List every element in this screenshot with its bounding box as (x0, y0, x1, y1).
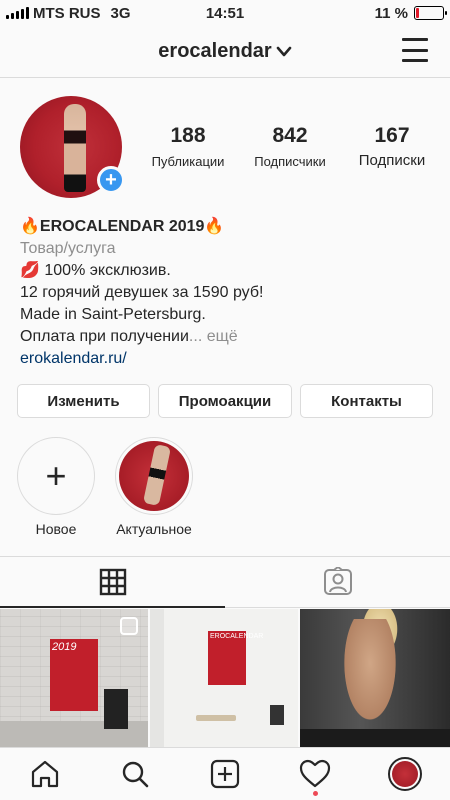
post-thumbnail[interactable]: 2019 (0, 609, 148, 747)
battery-percent: 11 % (374, 4, 408, 22)
highlight-thumbnail (119, 441, 189, 511)
signal-strength-icon (6, 7, 29, 19)
highlight-label: Актуальное (116, 521, 192, 537)
plus-icon: + (45, 455, 67, 496)
post-thumbnail[interactable] (300, 609, 450, 747)
edit-profile-button[interactable]: Изменить (17, 384, 150, 418)
home-icon (31, 760, 59, 788)
bio-category: Товар/услуга (20, 240, 116, 257)
post-thumbnail[interactable]: EROCALENDAR (150, 609, 298, 747)
tab-tagged[interactable] (225, 557, 450, 608)
account-switcher[interactable]: erocalendar (158, 40, 291, 63)
profile-action-buttons: Изменить Промоакции Контакты (17, 384, 433, 418)
following-count[interactable]: 167 Подписки (344, 124, 440, 169)
posts-count[interactable]: 188 Публикации (140, 124, 236, 169)
add-post-icon (210, 759, 240, 789)
nav-profile[interactable] (375, 749, 435, 799)
poster-year: 2019 (52, 641, 77, 653)
profile-header: erocalendar (0, 26, 450, 78)
add-story-icon[interactable]: + (97, 166, 125, 194)
highlight-new-circle[interactable]: + (17, 437, 95, 515)
multiple-post-icon (120, 617, 138, 635)
profile-avatar-container[interactable]: + (20, 96, 125, 198)
followers-count-value: 842 (272, 124, 308, 147)
bio-line: 12 горячий девушек за 1590 руб! (20, 284, 264, 301)
highlight-label: Новое (35, 521, 77, 537)
posts-count-value: 188 (170, 124, 206, 147)
nav-home[interactable] (15, 749, 75, 799)
poster-title: EROCALENDAR (210, 633, 264, 640)
contacts-button[interactable]: Контакты (300, 384, 433, 418)
bio-line: 💋 100% эксклюзив. (20, 262, 171, 279)
bio-line: Оплата при получении (20, 328, 189, 345)
highlight-new[interactable]: + Новое (6, 437, 106, 537)
story-highlights: + Новое Актуальное (0, 437, 450, 547)
highlight-actual[interactable]: Актуальное (104, 437, 204, 537)
highlight-actual-circle[interactable] (115, 437, 193, 515)
bio-more-link[interactable]: ... ещё (189, 328, 238, 345)
promotions-button[interactable]: Промоакции (158, 384, 292, 418)
followers-count-label: Подписчики (254, 154, 326, 169)
battery-level-fill (416, 8, 419, 18)
plant-image (270, 705, 284, 725)
carrier-name: MTS RUS (33, 4, 101, 22)
profile-tabs (0, 556, 450, 608)
search-icon (122, 761, 149, 788)
following-count-label: Подписки (358, 152, 426, 169)
hamburger-menu-icon[interactable] (402, 38, 428, 62)
battery-icon (414, 6, 447, 20)
tagged-person-icon (323, 567, 352, 595)
bottom-navigation (0, 747, 450, 800)
nav-activity[interactable] (285, 749, 345, 799)
nav-add-post[interactable] (195, 749, 255, 799)
notification-dot (313, 791, 318, 796)
posts-grid: 2019 EROCALENDAR (0, 609, 450, 747)
bio-website-link[interactable]: erokalendar.ru/ (20, 348, 440, 370)
network-type: 3G (110, 4, 131, 22)
model-photo (340, 619, 400, 729)
profile-avatar-icon (388, 757, 422, 791)
tab-grid[interactable] (0, 557, 225, 608)
username-title: erocalendar (158, 40, 272, 62)
status-bar: MTS RUS 3G 14:51 11 % (0, 0, 450, 26)
bio-name: 🔥EROCALENDAR 2019🔥 (20, 218, 225, 235)
profile-stats: 188 Публикации 842 Подписчики 167 Подпис… (140, 124, 440, 169)
posts-count-label: Публикации (151, 154, 225, 169)
bio-line: Made in Saint-Petersburg. (20, 306, 206, 323)
chevron-down-icon (276, 46, 291, 56)
following-count-value: 167 (374, 124, 410, 147)
grid-icon (99, 568, 126, 595)
chair-image (104, 689, 128, 729)
heart-icon (299, 759, 331, 788)
profile-bio: 🔥EROCALENDAR 2019🔥 Товар/услуга 💋 100% э… (20, 216, 440, 370)
followers-count[interactable]: 842 Подписчики (242, 124, 338, 169)
stool-image (196, 715, 236, 721)
nav-search[interactable] (105, 749, 165, 799)
